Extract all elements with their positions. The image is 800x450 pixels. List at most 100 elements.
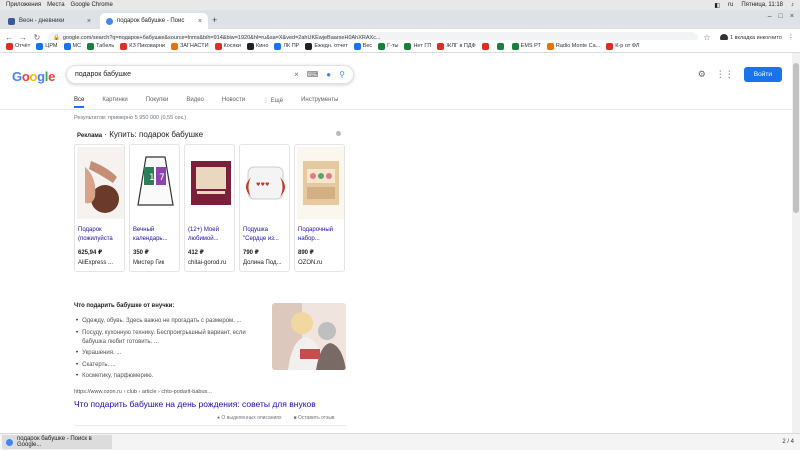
- google-logo[interactable]: Google: [12, 69, 55, 84]
- signin-button[interactable]: Войти: [743, 67, 782, 82]
- taskbar-item-chrome[interactable]: подарок бабушке - Поиск в Google...: [2, 435, 112, 449]
- bookmark-item[interactable]: Ежедн. отчет: [305, 42, 348, 50]
- bookmark-favicon-icon: [305, 42, 313, 50]
- featured-snippet-list: Одежду, обувь. Здесь важно не прогадать …: [76, 317, 264, 384]
- product-image: [297, 147, 344, 219]
- ad-heading: Реклама · Купить: подарок бабушке: [77, 130, 203, 139]
- bookmark-favicon-icon: [496, 42, 504, 50]
- list-item: Украшения. ...: [76, 349, 264, 358]
- bookmark-item[interactable]: ЖЛГ в ПДФ: [437, 42, 476, 50]
- new-tab-icon[interactable]: +: [212, 15, 217, 25]
- product-card[interactable]: Подарочный набор... 890 ₽ OZON.ru: [294, 144, 345, 272]
- product-card[interactable]: ♥♥♥ Подушка "Сердце из... 790 ₽ Долина П…: [239, 144, 290, 272]
- google-favicon-icon: [106, 17, 113, 25]
- tab-more[interactable]: ⋮ Ещё: [263, 97, 283, 108]
- page-scrollbar[interactable]: [792, 53, 800, 433]
- bookmark-favicon-icon: [120, 42, 128, 50]
- result-title-link[interactable]: Что подарить бабушке на день рождения: с…: [74, 399, 316, 409]
- gear-icon[interactable]: ⚙: [698, 69, 706, 80]
- bookmark-item[interactable]: Кино: [247, 42, 268, 50]
- apps-grid-icon[interactable]: ⋮⋮: [716, 69, 734, 80]
- tab-all[interactable]: Все: [74, 97, 85, 108]
- bookmark-favicon-icon: [404, 42, 412, 50]
- search-input[interactable]: подарок бабушке × ⌨ ● ⚲: [66, 65, 354, 84]
- bookmark-item[interactable]: Табель: [87, 42, 114, 50]
- maximize-icon[interactable]: □: [779, 13, 783, 20]
- bookmark-item[interactable]: Отчёт: [6, 42, 30, 50]
- list-item: Скатерть. ...: [76, 361, 264, 370]
- bookmark-item[interactable]: ЛК ПР: [274, 42, 299, 50]
- search-query[interactable]: подарок бабушке: [75, 71, 286, 78]
- tab-tools[interactable]: Инструменты: [301, 97, 338, 108]
- places-menu[interactable]: Места: [47, 2, 64, 8]
- bookmark-item[interactable]: EMS РТ: [511, 42, 541, 50]
- tab-images[interactable]: Картинки: [102, 97, 127, 108]
- bookmark-item[interactable]: К-р от ФЛ: [606, 42, 639, 50]
- bookmark-favicon-icon: [6, 42, 13, 50]
- product-image: 1 7: [132, 147, 179, 219]
- active-app-label: Google Chrome: [70, 2, 113, 8]
- svg-text:1: 1: [149, 173, 155, 183]
- divider: [74, 425, 346, 426]
- snippet-feedback: ● О выделенных описаниях ■ Оставить отзы…: [217, 415, 335, 421]
- bookmark-item[interactable]: Нет ГП: [404, 42, 431, 50]
- close-tab-icon[interactable]: ×: [198, 18, 202, 25]
- bookmark-item[interactable]: Radio Monte Ca...: [546, 42, 600, 50]
- svg-text:♥♥♥: ♥♥♥: [256, 182, 270, 188]
- close-tab-icon[interactable]: ×: [87, 18, 91, 25]
- bookmark-favicon-icon: [378, 42, 386, 50]
- bookmark-item[interactable]: КЗ Пиковарни: [120, 42, 165, 50]
- list-item: Одежду, обувь. Здесь важно не прогадать …: [76, 317, 264, 326]
- keyboard-icon[interactable]: ⌨: [307, 70, 319, 79]
- workspace-pager[interactable]: 2 / 4: [782, 439, 794, 445]
- tab-google-search[interactable]: подарок бабушке - Поис ×: [100, 13, 208, 29]
- bookmark-item[interactable]: [481, 42, 491, 50]
- svg-text:7: 7: [159, 173, 165, 183]
- product-image: ♥♥♥: [242, 147, 289, 219]
- bookmark-favicon-icon: [606, 42, 614, 50]
- clear-icon[interactable]: ×: [294, 70, 299, 79]
- search-icon[interactable]: ⚲: [339, 70, 345, 79]
- product-image: [187, 147, 234, 219]
- site-favicon-icon: [8, 17, 15, 25]
- clock: Пятница, 11:18: [741, 2, 783, 8]
- system-top-bar: Приложения Места Google Chrome ◧ ru Пятн…: [0, 0, 800, 10]
- info-icon[interactable]: [336, 131, 341, 136]
- close-window-icon[interactable]: ×: [790, 13, 794, 20]
- bookmark-favicon-icon: [36, 42, 44, 50]
- bookmark-item[interactable]: ЦРМ: [36, 42, 58, 50]
- microphone-icon[interactable]: ●: [326, 70, 331, 79]
- tab-news[interactable]: Новости: [222, 97, 245, 108]
- minimize-icon[interactable]: –: [768, 13, 772, 20]
- bookmark-favicon-icon: [170, 42, 178, 50]
- bookmark-favicon-icon: [214, 42, 222, 50]
- ad-heading-text: · Купить: подарок бабушке: [104, 130, 204, 139]
- network-icon[interactable]: ◧: [714, 2, 720, 9]
- bookmark-item[interactable]: Г-ты: [378, 42, 398, 50]
- snippet-image[interactable]: [272, 303, 346, 370]
- tab-veon[interactable]: Веон - дневники ×: [2, 13, 97, 29]
- product-card[interactable]: (12+) Моей любимой... 412 ₽ chitai-gorod…: [184, 144, 235, 272]
- about-snippets-link[interactable]: ● О выделенных описаниях: [217, 415, 282, 421]
- language-indicator[interactable]: ru: [728, 2, 733, 8]
- tab-shopping[interactable]: Покупки: [146, 97, 169, 108]
- applications-menu[interactable]: Приложения: [6, 2, 41, 8]
- list-item: Косметику, парфюмерию.: [76, 372, 264, 381]
- os-taskbar: подарок бабушке - Поиск в Google... 2 / …: [0, 433, 800, 450]
- tab-video[interactable]: Видео: [186, 97, 204, 108]
- chrome-icon: [6, 438, 13, 446]
- feedback-link[interactable]: ■ Оставить отзыв: [294, 415, 335, 421]
- volume-icon[interactable]: ♪: [791, 2, 794, 8]
- bookmark-item[interactable]: МС: [63, 42, 81, 50]
- bookmark-favicon-icon: [481, 42, 489, 50]
- product-card[interactable]: 1 7 Вечный календарь... 350 ₽ Мистер Гик: [129, 144, 180, 272]
- product-card[interactable]: Подарок (пожилуйста 625,94 ₽ AliExpress …: [74, 144, 125, 272]
- ad-label: Реклама: [77, 133, 103, 139]
- bookmark-item[interactable]: [496, 42, 506, 50]
- bookmark-item[interactable]: Вес: [353, 42, 372, 50]
- bookmark-favicon-icon: [274, 42, 282, 50]
- bookmark-item[interactable]: Косяки: [214, 42, 241, 50]
- bookmark-favicon-icon: [437, 42, 445, 50]
- bookmark-item[interactable]: ЗАГНАСТИ: [170, 42, 209, 50]
- scrollbar-thumb[interactable]: [793, 63, 799, 213]
